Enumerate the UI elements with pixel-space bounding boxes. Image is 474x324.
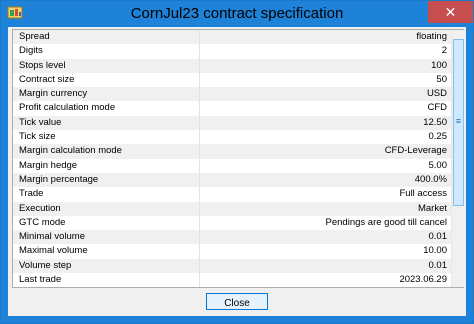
- spec-table: Spread floating Digits 2 Stops level 100 Co…: [12, 29, 464, 288]
- row-value: floating: [416, 31, 447, 42]
- row-value: 5.00: [428, 159, 448, 171]
- row-value: CFD-Leverage: [384, 145, 447, 157]
- table-row[interactable]: Contract size 50: [13, 72, 451, 88]
- row-value: 10.00: [423, 245, 447, 257]
- table-row[interactable]: Volume step 0.01: [13, 258, 451, 274]
- row-name: GTC mode: [19, 216, 66, 228]
- table-row[interactable]: Maximal volume 10.00: [13, 244, 451, 259]
- row-value: 2: [441, 45, 447, 57]
- table-row[interactable]: Tick value 12.50: [13, 115, 451, 131]
- table-row[interactable]: Execution Market: [13, 201, 451, 216]
- row-value: 12.50: [423, 116, 447, 128]
- row-name: Last trade: [19, 274, 62, 286]
- row-value: Pendings are good till cancel: [325, 216, 447, 228]
- scrollbar-thumb[interactable]: ≡: [453, 39, 464, 206]
- table-row[interactable]: Stops level 100: [13, 58, 451, 73]
- row-name: Minimal volume: [19, 231, 85, 243]
- table-row[interactable]: GTC mode Pendings are good till cancel: [13, 215, 451, 231]
- row-name: Tick value: [19, 116, 62, 128]
- row-name: Margin currency: [19, 88, 88, 100]
- table-row[interactable]: Margin calculation mode CFD-Leverage: [13, 144, 451, 159]
- table-row[interactable]: Profit calculation mode CFD: [13, 101, 451, 116]
- row-value: 50: [436, 73, 447, 85]
- vertical-scrollbar[interactable]: ≡: [451, 30, 464, 287]
- row-value: Full access: [399, 188, 447, 200]
- spec-window: CornJul23 contract specification ✕ Sprea…: [0, 0, 474, 324]
- dialog-body: Spread floating Digits 2 Stops level 100 Co…: [8, 27, 466, 316]
- row-name: Margin percentage: [19, 173, 99, 185]
- table-row[interactable]: Minimal volume 0.01: [13, 230, 451, 245]
- row-name: Tick size: [19, 131, 56, 143]
- row-value: 400.0%: [414, 173, 447, 185]
- table-row[interactable]: Margin hedge 5.00: [13, 158, 451, 173]
- row-value: 100: [431, 59, 447, 71]
- row-name: Contract size: [19, 73, 75, 85]
- row-name: Stops level: [19, 59, 66, 71]
- row-name: Execution: [19, 202, 61, 214]
- row-name: Volume step: [19, 259, 72, 271]
- row-value: CFD: [427, 102, 447, 114]
- row-value: Market: [417, 202, 447, 214]
- table-row[interactable]: Margin currency USD: [13, 87, 451, 102]
- row-value: USD: [426, 88, 447, 100]
- spec-rows: Spread floating Digits 2 Stops level 100 Co…: [13, 30, 451, 287]
- close-button[interactable]: Close: [206, 293, 268, 310]
- table-row[interactable]: Last trade 2023.06.29: [13, 273, 451, 287]
- table-row[interactable]: Margin percentage 400.0%: [13, 172, 451, 188]
- row-name: Margin hedge: [19, 159, 78, 171]
- title-bar[interactable]: CornJul23 contract specification ✕: [1, 1, 473, 27]
- row-value: 2023.06.29: [399, 274, 447, 286]
- column-divider: [199, 30, 200, 287]
- row-value: 0.01: [428, 231, 448, 243]
- table-row[interactable]: Trade Full access: [13, 187, 451, 202]
- table-row[interactable]: Digits 2: [13, 44, 451, 59]
- window-title: CornJul23 contract specification: [130, 5, 344, 22]
- row-name: Maximal volume: [19, 245, 88, 257]
- row-name: Spread: [19, 31, 50, 42]
- row-name: Margin calculation mode: [19, 145, 122, 157]
- table-row[interactable]: Tick size 0.25: [13, 130, 451, 145]
- table-row[interactable]: Spread floating: [13, 30, 451, 45]
- row-name: Trade: [19, 188, 44, 200]
- scroll-grip-icon: ≡: [455, 116, 462, 126]
- window-close-button[interactable]: ✕: [428, 1, 473, 23]
- row-name: Digits: [19, 45, 43, 57]
- row-value: 0.25: [428, 131, 448, 143]
- row-name: Profit calculation mode: [19, 102, 116, 114]
- row-value: 0.01: [428, 259, 448, 271]
